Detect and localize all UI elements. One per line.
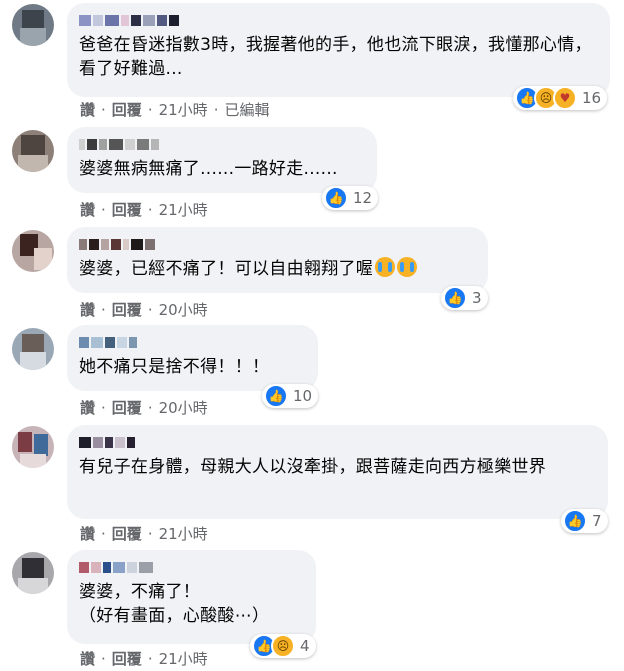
reaction-count: 12 <box>353 189 373 207</box>
separator: · <box>147 649 153 668</box>
reaction-count: 3 <box>472 289 482 307</box>
like-link[interactable]: 讚 <box>80 648 95 669</box>
reaction-summary[interactable]: 👍 3 <box>441 286 488 310</box>
separator: · <box>101 200 106 219</box>
separator: · <box>101 524 106 543</box>
timestamp[interactable]: 21小時 <box>159 99 208 120</box>
separator: · <box>147 300 153 319</box>
like-link[interactable]: 讚 <box>80 299 95 320</box>
commenter-name-pixelated[interactable] <box>79 560 304 574</box>
separator: · <box>147 100 153 119</box>
separator: · <box>213 100 219 119</box>
crying-face-emoji-icon <box>375 257 396 277</box>
reaction-summary[interactable]: 👍 ☹ 4 <box>250 634 316 658</box>
care-face-icon: ♥ <box>553 86 577 110</box>
comment-text: 婆婆無病無痛了......一路好走...... <box>79 159 338 179</box>
comment-text: 有兒子在身體，母親大人以沒牽掛，跟菩薩走向西方極樂世界 <box>79 457 547 477</box>
comment-bubble: 婆婆，不痛了！ （好有畫面，心酸酸⋯） <box>67 550 316 644</box>
timestamp[interactable]: 21小時 <box>159 523 208 544</box>
reaction-summary[interactable]: 👍 7 <box>561 509 608 533</box>
comment-text: 她不痛只是捨不得！！！ <box>79 357 270 377</box>
avatar[interactable] <box>12 130 54 172</box>
avatar[interactable] <box>12 552 54 594</box>
comment-actions: 讚 · 回覆 · 21小時 · 已編輯 <box>80 99 269 120</box>
avatar[interactable] <box>12 328 54 370</box>
like-thumb-icon: 👍 <box>324 186 348 210</box>
separator: · <box>147 398 153 417</box>
comment-actions: 讚 · 回覆 · 21小時 <box>80 199 208 220</box>
like-link[interactable]: 讚 <box>80 99 95 120</box>
comment-actions: 讚 · 回覆 · 20小時 <box>80 397 208 418</box>
reaction-summary[interactable]: 👍 10 <box>262 384 319 408</box>
like-thumb-icon: 👍 <box>563 509 587 533</box>
reply-link[interactable]: 回覆 <box>112 199 142 220</box>
reaction-summary[interactable]: 👍 12 <box>322 186 379 210</box>
commenter-name-pixelated[interactable] <box>79 137 365 151</box>
reaction-count: 16 <box>582 89 602 107</box>
comment-text: 婆婆，不痛了！ （好有畫面，心酸酸⋯） <box>79 582 270 626</box>
timestamp[interactable]: 21小時 <box>159 648 208 669</box>
like-link[interactable]: 讚 <box>80 199 95 220</box>
crying-face-emoji-icon <box>397 257 418 277</box>
reply-link[interactable]: 回覆 <box>112 648 142 669</box>
avatar[interactable] <box>12 426 54 468</box>
reply-link[interactable]: 回覆 <box>112 397 142 418</box>
separator: · <box>101 649 106 668</box>
like-link[interactable]: 讚 <box>80 397 95 418</box>
separator: · <box>147 524 153 543</box>
reaction-count: 4 <box>300 637 310 655</box>
comment-actions: 讚 · 回覆 · 21小時 <box>80 523 208 544</box>
edited-label[interactable]: 已編輯 <box>224 99 269 120</box>
comment-text: 爸爸在昏迷指數3時，我握著他的手，他也流下眼淚，我懂那心情，看了好難過... <box>79 35 592 79</box>
reply-link[interactable]: 回覆 <box>112 299 142 320</box>
separator: · <box>101 100 106 119</box>
timestamp[interactable]: 21小時 <box>159 199 208 220</box>
reaction-summary[interactable]: 👍 ☹ ♥ 16 <box>513 86 608 110</box>
comment-actions: 讚 · 回覆 · 20小時 <box>80 299 208 320</box>
timestamp[interactable]: 20小時 <box>159 299 208 320</box>
like-link[interactable]: 讚 <box>80 523 95 544</box>
reaction-count: 10 <box>293 387 313 405</box>
comment-bubble: 爸爸在昏迷指數3時，我握著他的手，他也流下眼淚，我懂那心情，看了好難過... <box>67 3 610 97</box>
separator: · <box>101 300 106 319</box>
commenter-name-pixelated[interactable] <box>79 335 306 349</box>
commenter-name-pixelated[interactable] <box>79 435 596 449</box>
comment-bubble: 婆婆，已經不痛了！可以自由翱翔了喔 <box>67 227 488 293</box>
comment-bubble: 有兒子在身體，母親大人以沒牽掛，跟菩薩走向西方極樂世界 <box>67 425 608 519</box>
separator: · <box>101 398 106 417</box>
like-thumb-icon: 👍 <box>443 286 467 310</box>
avatar[interactable] <box>12 230 54 272</box>
comment-actions: 讚 · 回覆 · 21小時 <box>80 648 208 669</box>
comment-bubble: 她不痛只是捨不得！！！ <box>67 325 318 391</box>
separator: · <box>147 200 153 219</box>
timestamp[interactable]: 20小時 <box>159 397 208 418</box>
comment-bubble: 婆婆無病無痛了......一路好走...... <box>67 127 377 193</box>
comment-text-body: 婆婆，已經不痛了！可以自由翱翔了喔 <box>79 259 374 279</box>
avatar[interactable] <box>12 4 54 46</box>
sad-face-icon: ☹ <box>271 634 295 658</box>
reply-link[interactable]: 回覆 <box>112 99 142 120</box>
commenter-name-pixelated[interactable] <box>79 13 598 27</box>
comment-text: 婆婆，已經不痛了！可以自由翱翔了喔 <box>79 257 476 281</box>
commenter-name-pixelated[interactable] <box>79 237 476 251</box>
reply-link[interactable]: 回覆 <box>112 523 142 544</box>
like-thumb-icon: 👍 <box>264 384 288 408</box>
reaction-count: 7 <box>592 512 602 530</box>
